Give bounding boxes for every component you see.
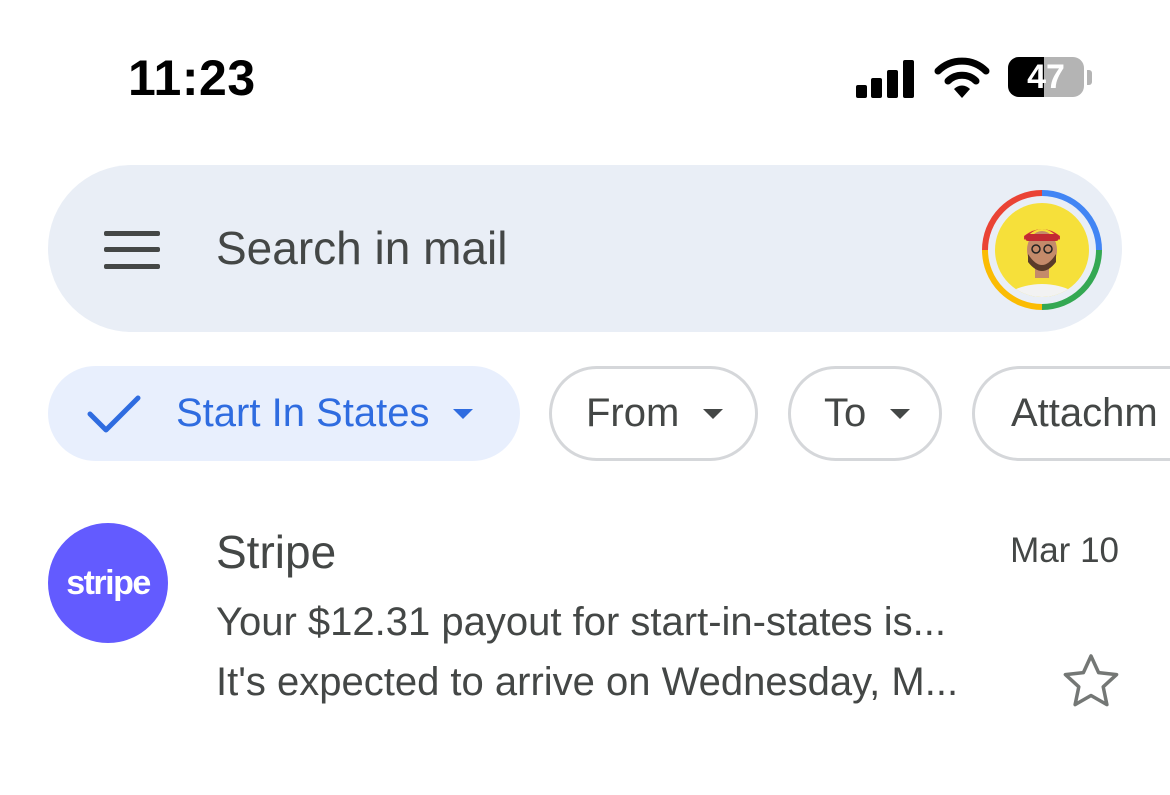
cellular-signal-icon [856,60,914,98]
gmail-inbox-screen: 11:23 47 Search in mail Start In States … [0,0,1170,795]
email-list-item[interactable]: stripe Stripe Mar 10 Your $12.31 payout … [0,510,1170,720]
battery-icon: 47 [1008,57,1094,99]
email-preview: It's expected to arrive on Wednesday, M.… [216,660,959,704]
email-date: Mar 10 [1010,531,1119,570]
battery-body: 47 [1008,57,1084,97]
sender-name: Stripe [216,526,337,578]
battery-cap [1087,70,1092,85]
filter-chip-text: To [824,391,867,435]
filter-chip-from[interactable]: From [549,366,758,461]
check-icon [87,395,141,432]
filter-chip-label[interactable]: Start In States [48,366,520,461]
chevron-down-icon [890,408,911,419]
battery-level: 47 [1027,58,1065,96]
filter-chip-text: Attachm [1011,391,1158,435]
star-icon[interactable] [1061,652,1121,710]
search-input[interactable] [216,215,916,281]
search-bar[interactable] [48,165,1122,332]
status-time: 11:23 [128,50,256,106]
filter-chip-text: From [586,391,680,435]
sender-avatar[interactable]: stripe [48,523,168,643]
filter-chip-attachment[interactable]: Attachm [972,366,1170,461]
wifi-icon [934,57,990,98]
filter-chip-to[interactable]: To [788,366,942,461]
filter-chip-text: Start In States [176,391,430,435]
hamburger-menu-icon[interactable] [104,231,160,269]
chevron-down-icon [703,408,724,419]
chevron-down-icon [453,408,474,419]
email-subject: Your $12.31 payout for start-in-states i… [216,600,947,644]
account-avatar[interactable] [982,190,1102,310]
